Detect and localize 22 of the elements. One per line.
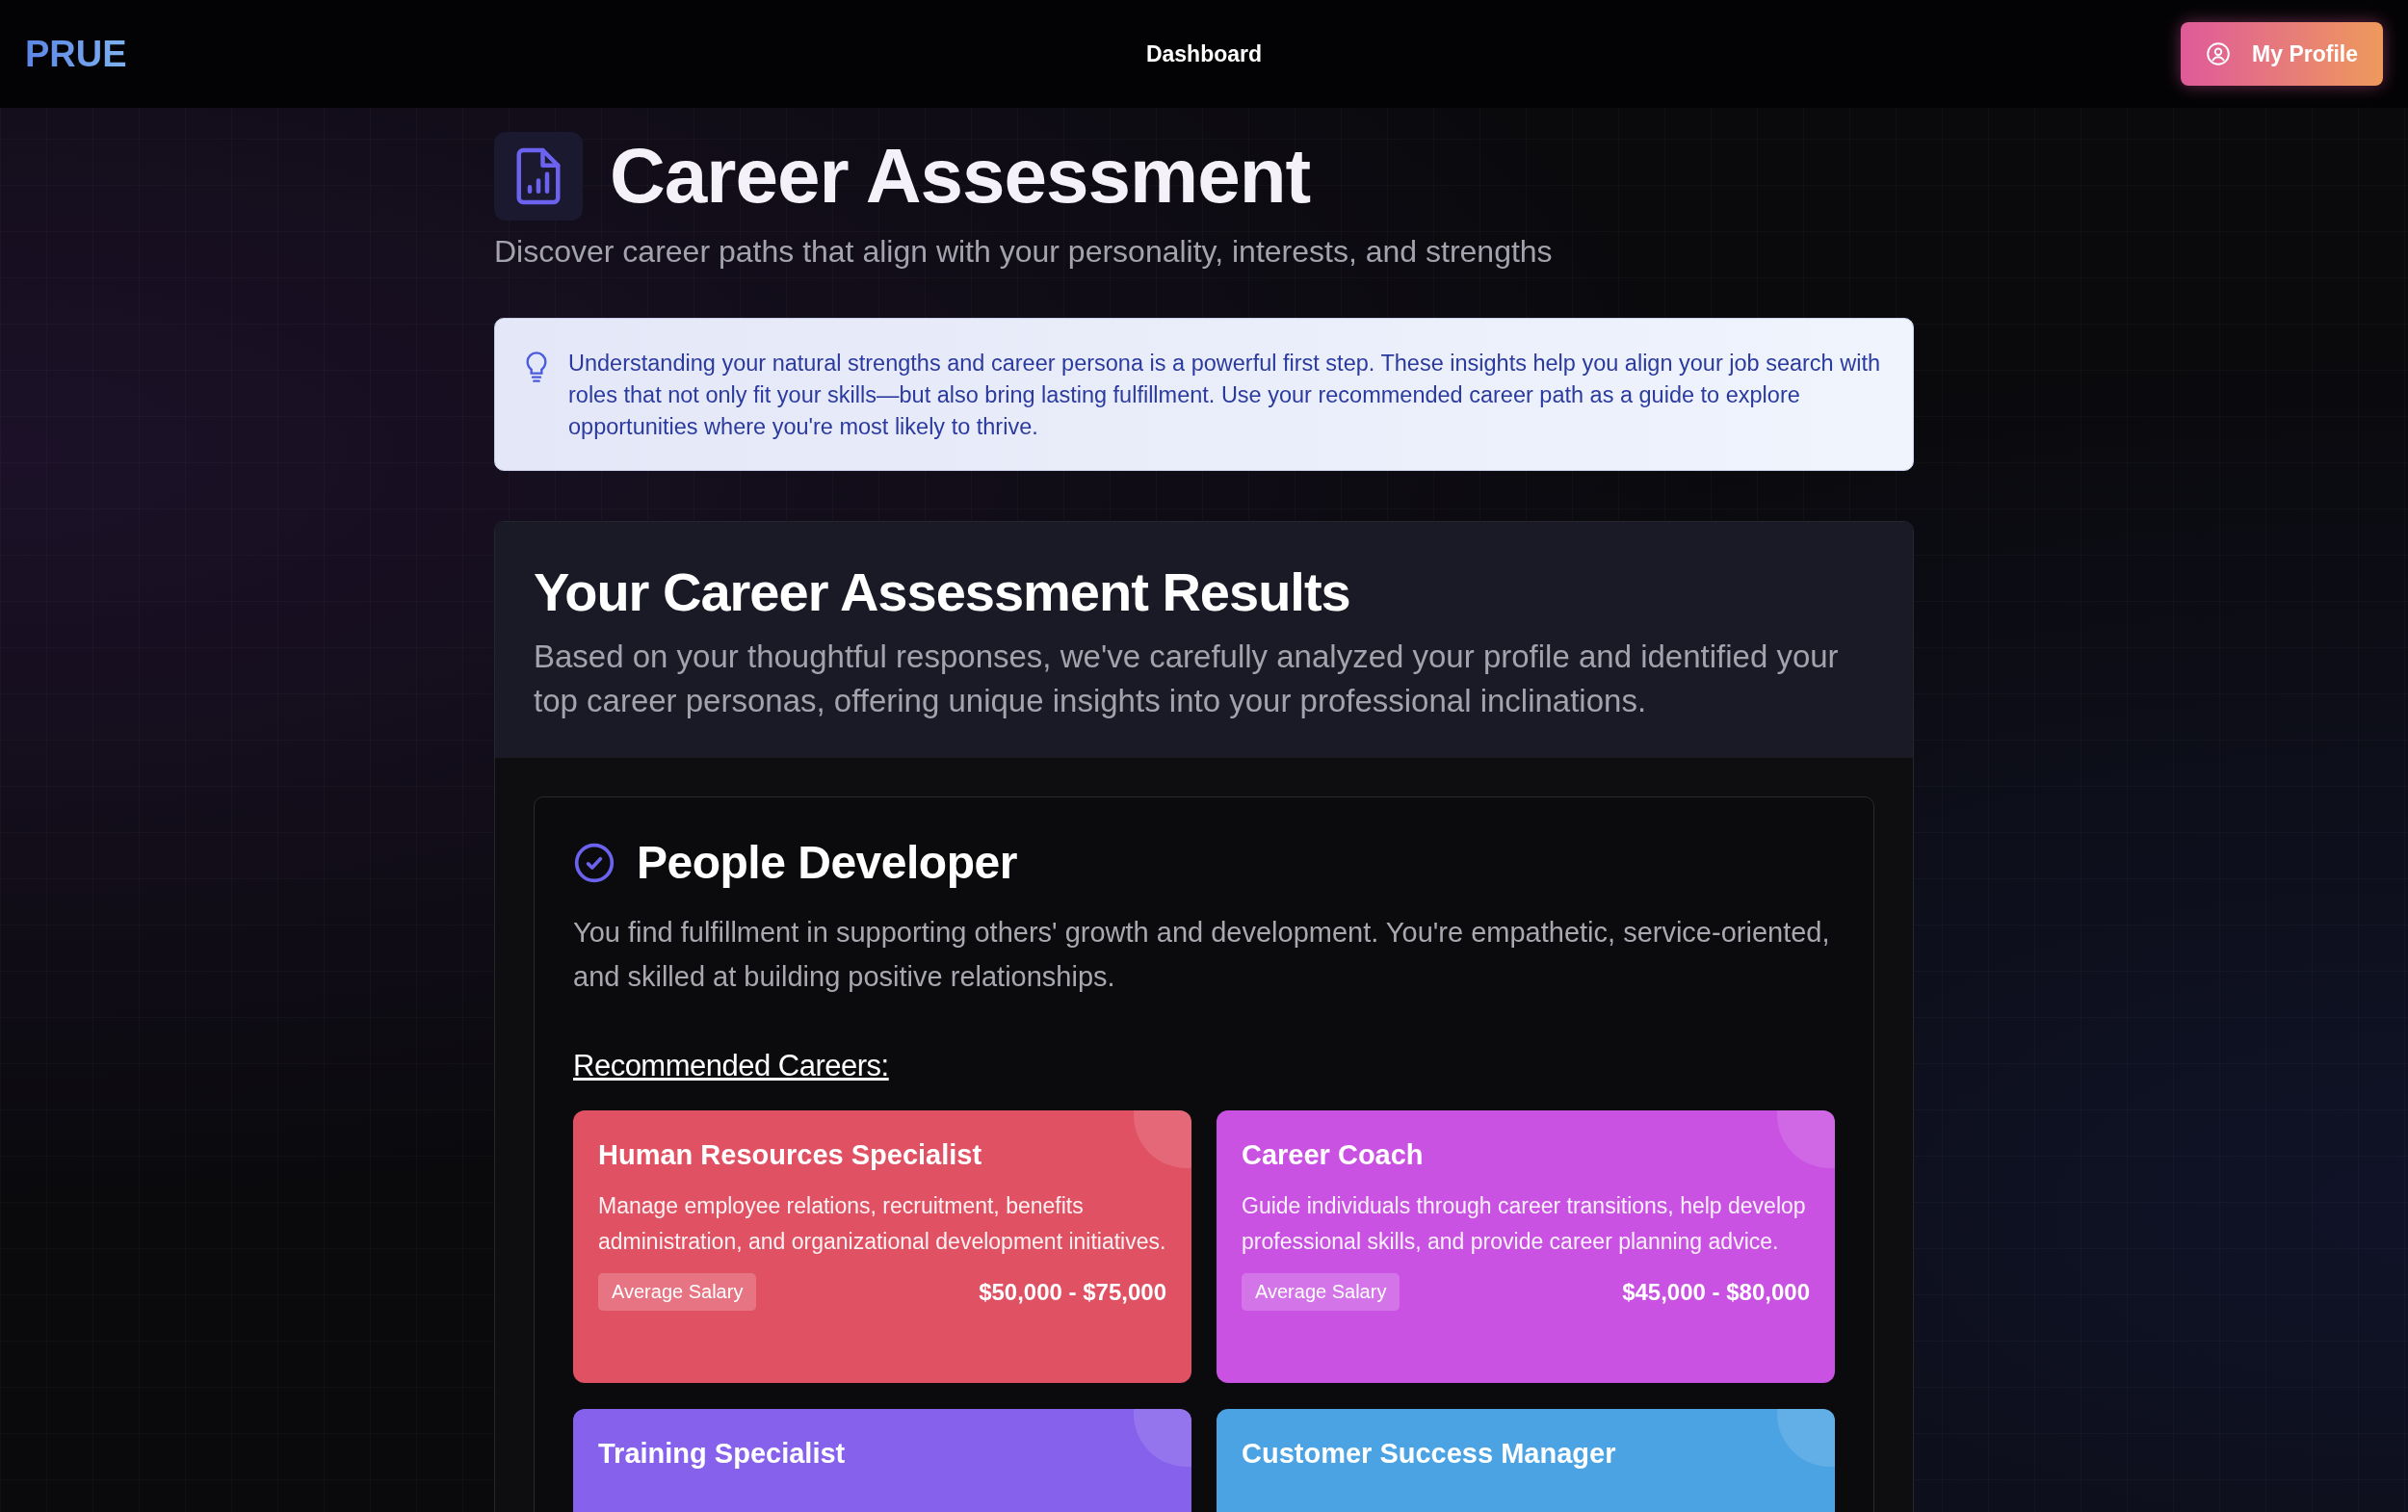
user-icon	[2206, 41, 2232, 66]
career-title: Customer Success Manager	[1242, 1438, 1617, 1470]
careers-heading: Recommended Careers:	[573, 1049, 889, 1083]
career-title: Career Coach	[1242, 1139, 1425, 1171]
salary-range: $45,000 - $80,000	[1622, 1278, 1810, 1306]
info-text: Understanding your natural strengths and career persona is a powerful first step. These insights help you align your job search with roles that not only fit your skills—but also bring lasting fulfillment. Use your recommended career path as a guide to explore opportunities where you're most likely to thrive.	[568, 350, 1880, 441]
career-title: Training Specialist	[598, 1438, 847, 1470]
salary-label: Average Salary	[1242, 1273, 1400, 1311]
salary-range: $50,000 - $75,000	[979, 1278, 1166, 1306]
career-description: Guide individuals through career transitions, help develop professional skills, and provide career planning advice.	[1242, 1192, 1807, 1256]
lightbulb-icon	[526, 352, 547, 382]
results-description: Based on your thoughtful responses, we've carefully analyzed your profile and identified your top career personas, offering unique insights into your professional inclinations.	[534, 638, 1840, 720]
career-description: Manage employee relations, recruitment, benefits administration, and organizational development initiatives.	[598, 1192, 1166, 1256]
career-title: Human Resources Specialist	[598, 1139, 983, 1171]
persona-description: You find fulfillment in supporting others' growth and development. You're empathetic, service-oriented, and skilled at building positive relationships.	[573, 916, 1831, 994]
dashboard-link[interactable]: Dashboard	[1145, 40, 1263, 67]
check-circle-icon	[573, 841, 615, 884]
results-title: Your Career Assessment Results	[534, 560, 1351, 623]
persona-title: People Developer	[637, 836, 1017, 889]
page-subtitle: Discover career paths that align with your personality, interests, and strengths	[494, 234, 1554, 270]
salary-label: Average Salary	[598, 1273, 757, 1311]
page-title: Career Assessment	[610, 132, 1311, 221]
